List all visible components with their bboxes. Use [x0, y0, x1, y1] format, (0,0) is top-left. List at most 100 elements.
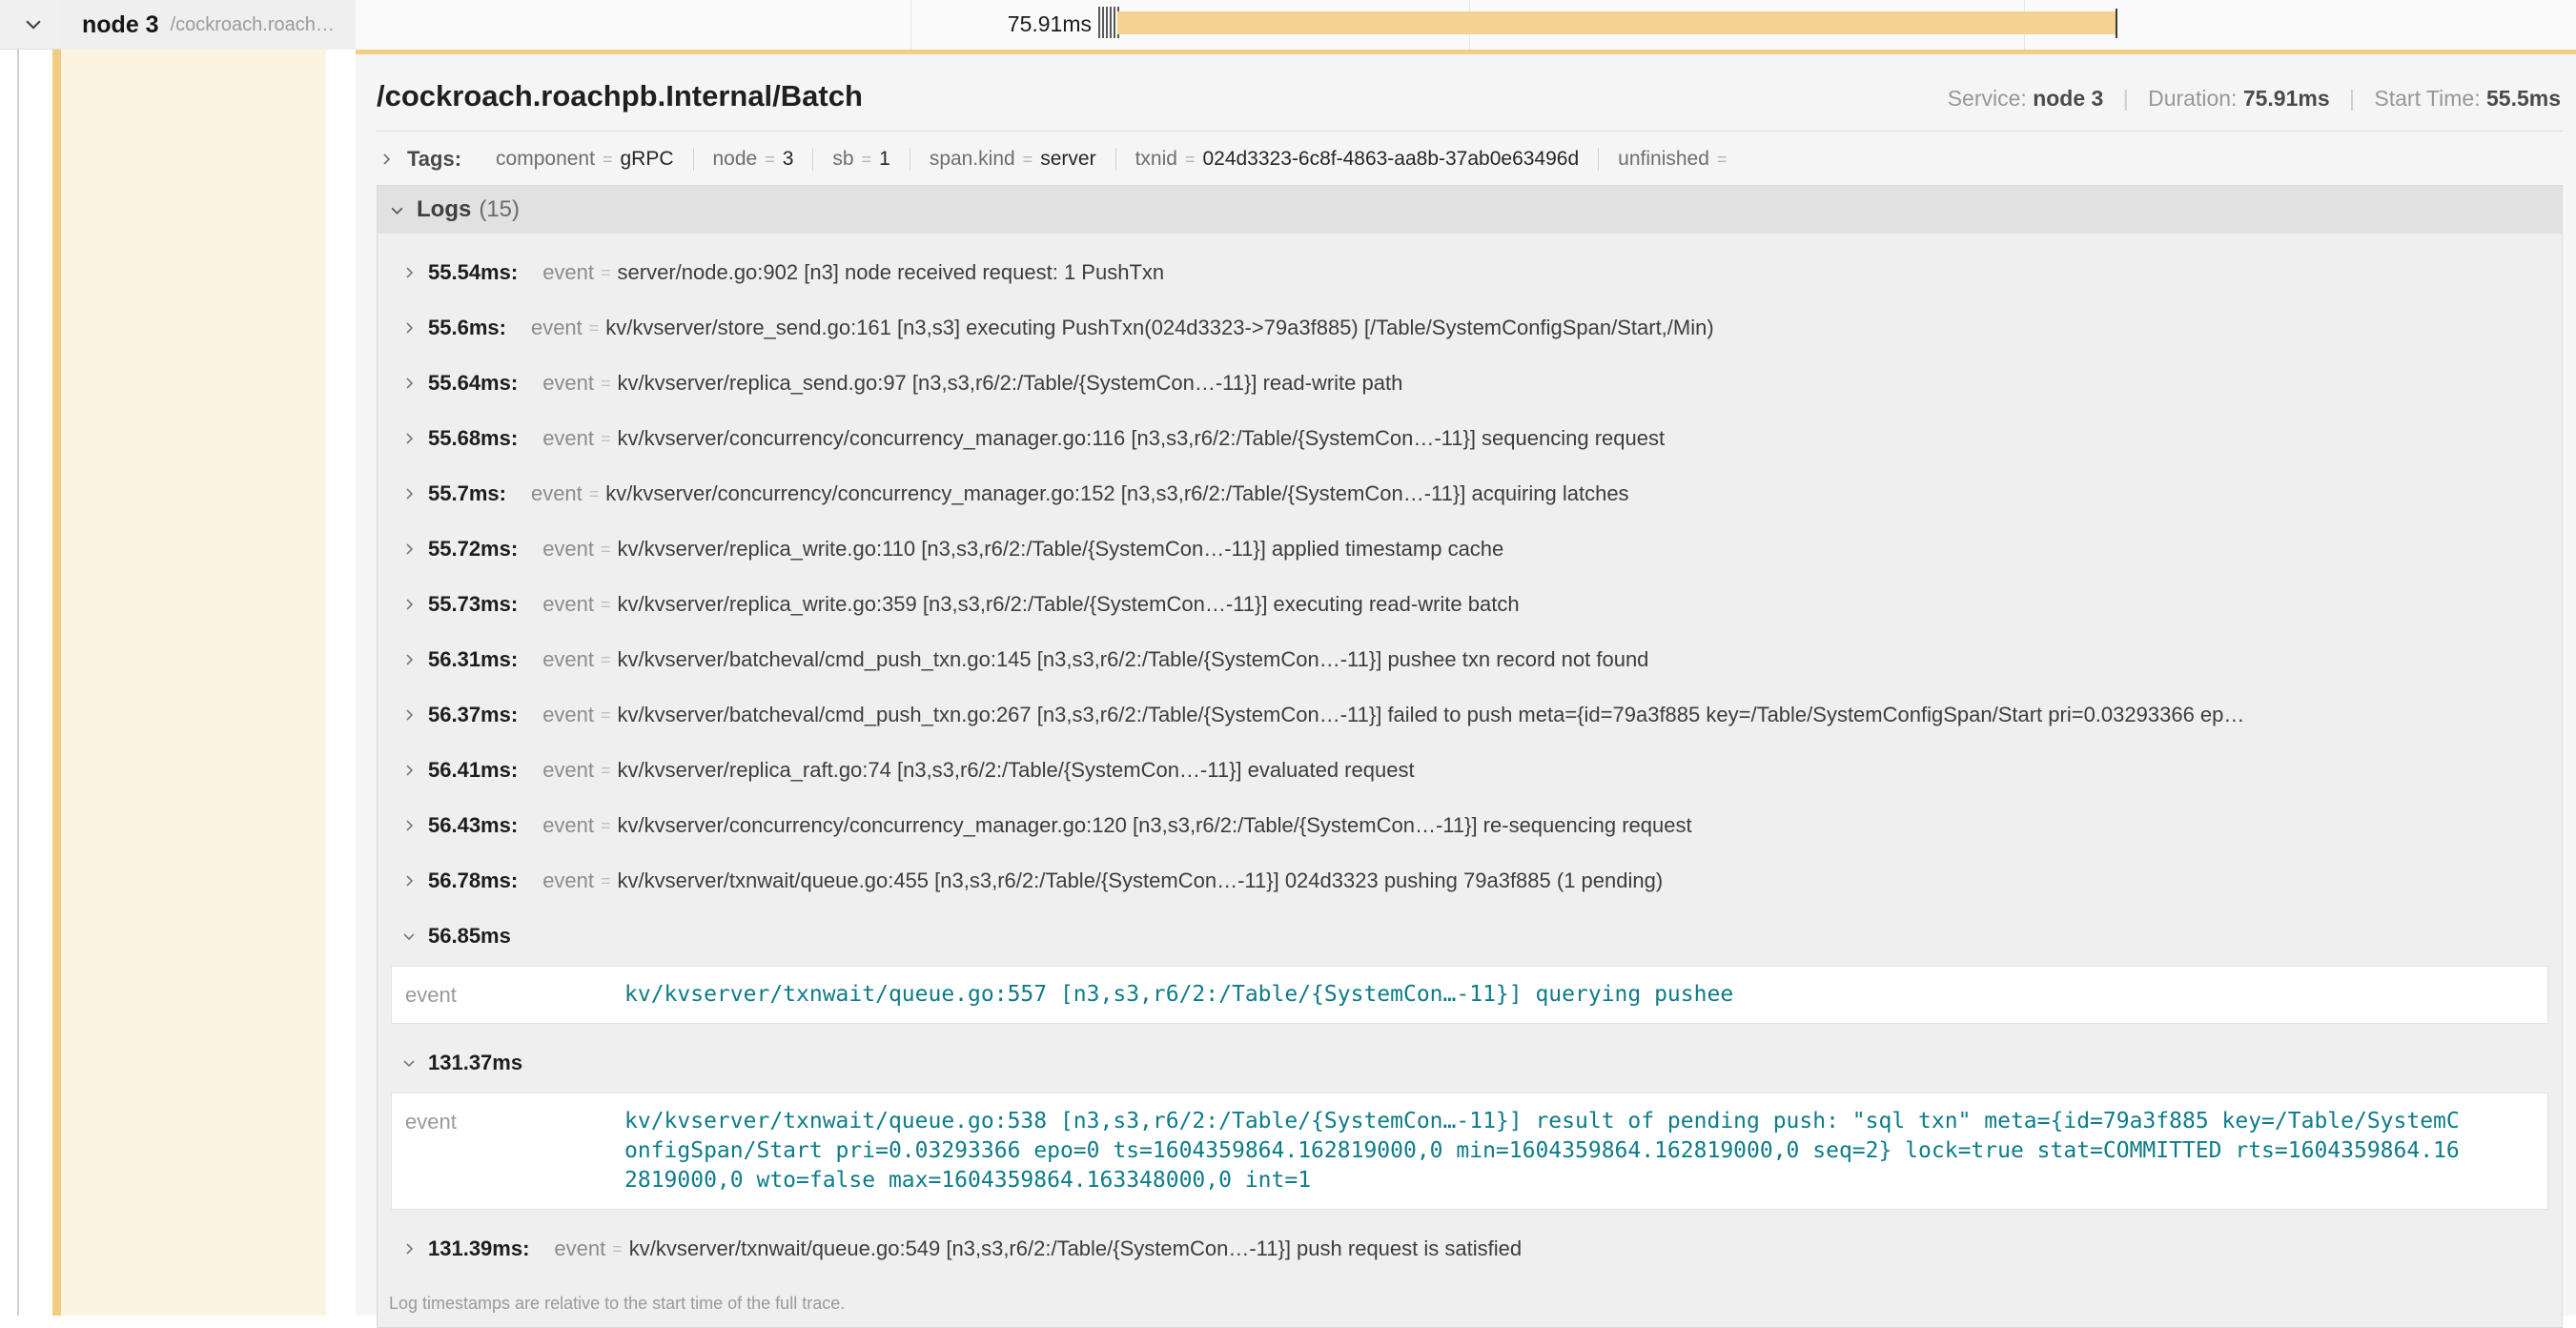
- chevron-down-icon[interactable]: [23, 13, 44, 34]
- tag-key: unfinished: [1618, 148, 1709, 171]
- log-row-expanded-group: 56.85ms event kv/kvserver/txnwait/queue.…: [378, 909, 2562, 1024]
- log-event-detail: event kv/kvserver/txnwait/queue.go:557 […: [391, 966, 2548, 1024]
- log-event-detail: event kv/kvserver/txnwait/queue.go:538 […: [391, 1093, 2548, 1210]
- span-detail-panel: /cockroach.roachpb.Internal/Batch Servic…: [356, 50, 2576, 1316]
- log-field: event: [542, 813, 594, 838]
- event-key: event: [405, 980, 624, 1010]
- tag-equals: =: [765, 150, 775, 170]
- tag-item: component=gRPC: [477, 148, 693, 171]
- span-timeline: 75.91ms: [356, 0, 2576, 50]
- chevron-right-icon: [401, 763, 417, 778]
- tag-value: 1: [879, 148, 890, 171]
- log-row-expanded[interactable]: 56.85ms: [378, 909, 2562, 964]
- log-row[interactable]: 55.73ms: event = kv/kvserver/replica_wri…: [378, 577, 2562, 632]
- tag-value: gRPC: [620, 148, 673, 171]
- log-time: 55.7ms:: [428, 481, 506, 506]
- span-name-tab[interactable]: node 3 /cockroach.roach…: [61, 0, 356, 50]
- chevron-down-icon: [401, 929, 417, 944]
- log-time: 131.37ms: [428, 1051, 522, 1075]
- log-row[interactable]: 55.6ms: event = kv/kvserver/store_send.g…: [378, 300, 2562, 356]
- log-equals: =: [589, 484, 600, 504]
- log-value: kv/kvserver/txnwait/queue.go:549 [n3,s3,…: [629, 1236, 1522, 1261]
- chevron-right-icon: [401, 597, 417, 612]
- log-value: kv/kvserver/replica_write.go:359 [n3,s3,…: [618, 592, 1520, 617]
- service-value: node 3: [2033, 86, 2103, 111]
- chevron-right-icon: [401, 873, 417, 889]
- log-row[interactable]: 56.41ms: event = kv/kvserver/replica_raf…: [378, 743, 2562, 798]
- log-value: kv/kvserver/concurrency/concurrency_mana…: [618, 813, 1692, 838]
- log-time: 56.31ms:: [428, 647, 518, 672]
- log-field: event: [542, 371, 594, 396]
- log-field: event: [542, 868, 594, 893]
- log-equals: =: [601, 871, 611, 891]
- log-field: event: [542, 703, 594, 727]
- log-time: 131.39ms:: [428, 1236, 529, 1261]
- log-row[interactable]: 56.43ms: event = kv/kvserver/concurrency…: [378, 798, 2562, 853]
- log-field: event: [531, 481, 583, 506]
- selected-span-highlight: [61, 50, 326, 1316]
- log-field: event: [542, 260, 594, 285]
- log-equals: =: [601, 650, 611, 670]
- log-row-expanded[interactable]: 131.37ms: [378, 1035, 2562, 1091]
- log-row[interactable]: 55.54ms: event = server/node.go:902 [n3]…: [378, 245, 2562, 300]
- span-bar[interactable]: [1117, 11, 2116, 34]
- chevron-right-icon: [401, 1241, 417, 1256]
- log-equals: =: [601, 263, 611, 283]
- tags-section[interactable]: Tags: component=gRPC node=3 sb=1 span.ki…: [377, 132, 2563, 185]
- log-row[interactable]: 55.64ms: event = kv/kvserver/replica_sen…: [378, 356, 2562, 411]
- meta-divider: |: [2123, 86, 2129, 111]
- log-value: kv/kvserver/replica_write.go:110 [n3,s3,…: [618, 537, 1504, 562]
- chevron-right-icon: [401, 486, 417, 501]
- log-row[interactable]: 56.78ms: event = kv/kvserver/txnwait/que…: [378, 853, 2562, 909]
- tag-value: 024d3323-6c8f-4863-aa8b-37ab0e63496d: [1202, 148, 1579, 171]
- log-row[interactable]: 55.72ms: event = kv/kvserver/replica_wri…: [378, 521, 2562, 577]
- logs-footer-note: Log timestamps are relative to the start…: [378, 1280, 2562, 1327]
- logs-header[interactable]: Logs (15): [378, 186, 2562, 234]
- span-operation-name: /cockroach.roach…: [171, 14, 335, 36]
- log-value: kv/kvserver/concurrency/concurrency_mana…: [618, 426, 1666, 451]
- log-field: event: [542, 647, 594, 672]
- log-equals: =: [601, 816, 611, 836]
- log-row[interactable]: 55.7ms: event = kv/kvserver/concurrency/…: [378, 466, 2562, 521]
- tag-item: node=3: [694, 148, 814, 171]
- chevron-right-icon: [401, 652, 417, 667]
- event-value: kv/kvserver/txnwait/queue.go:557 [n3,s3,…: [624, 980, 1733, 1010]
- span-service-name: node 3: [82, 11, 159, 39]
- tag-key: span.kind: [930, 148, 1015, 171]
- log-row[interactable]: 55.68ms: event = kv/kvserver/concurrency…: [378, 411, 2562, 466]
- log-row[interactable]: 56.31ms: event = kv/kvserver/batcheval/c…: [378, 632, 2562, 687]
- log-row[interactable]: 56.37ms: event = kv/kvserver/batcheval/c…: [378, 687, 2562, 743]
- tag-equals: =: [862, 150, 872, 170]
- chevron-right-icon: [378, 152, 394, 167]
- event-key: event: [405, 1107, 624, 1195]
- log-marker-end: [2116, 9, 2117, 38]
- chevron-right-icon: [401, 818, 417, 833]
- log-field: event: [542, 758, 594, 783]
- chevron-down-icon: [401, 1055, 417, 1071]
- duration-label: Duration:: [2148, 86, 2237, 111]
- log-value: kv/kvserver/replica_raft.go:74 [n3,s3,r6…: [618, 758, 1415, 783]
- tag-item: unfinished=: [1599, 148, 1753, 171]
- tag-equals: =: [1185, 150, 1196, 170]
- tags-list: component=gRPC node=3 sb=1 span.kind=ser…: [477, 148, 1753, 171]
- log-time: 56.41ms:: [428, 758, 518, 783]
- span-detail-header: /cockroach.roachpb.Internal/Batch Servic…: [377, 54, 2563, 131]
- chevron-right-icon: [401, 431, 417, 446]
- log-time: 55.72ms:: [428, 537, 518, 562]
- chevron-right-icon: [401, 376, 417, 391]
- tag-item: txnid=024d3323-6c8f-4863-aa8b-37ab0e6349…: [1116, 148, 1600, 171]
- span-duration-label: 75.91ms: [1008, 11, 1092, 37]
- log-time: 56.78ms:: [428, 868, 518, 893]
- log-equals: =: [589, 318, 600, 338]
- event-value: kv/kvserver/txnwait/queue.go:538 [n3,s3,…: [624, 1107, 2460, 1195]
- tags-label: Tags:: [407, 147, 461, 172]
- tag-equals: =: [1023, 150, 1033, 170]
- meta-divider: |: [2349, 86, 2355, 111]
- log-field: event: [531, 316, 583, 340]
- log-value: kv/kvserver/batcheval/cmd_push_txn.go:26…: [618, 703, 2245, 727]
- log-time: 55.68ms:: [428, 426, 518, 451]
- log-equals: =: [601, 705, 611, 725]
- log-row[interactable]: 131.39ms: event = kv/kvserver/txnwait/qu…: [378, 1221, 2562, 1277]
- logs-count: (15): [479, 196, 520, 223]
- service-label: Service:: [1948, 86, 2027, 111]
